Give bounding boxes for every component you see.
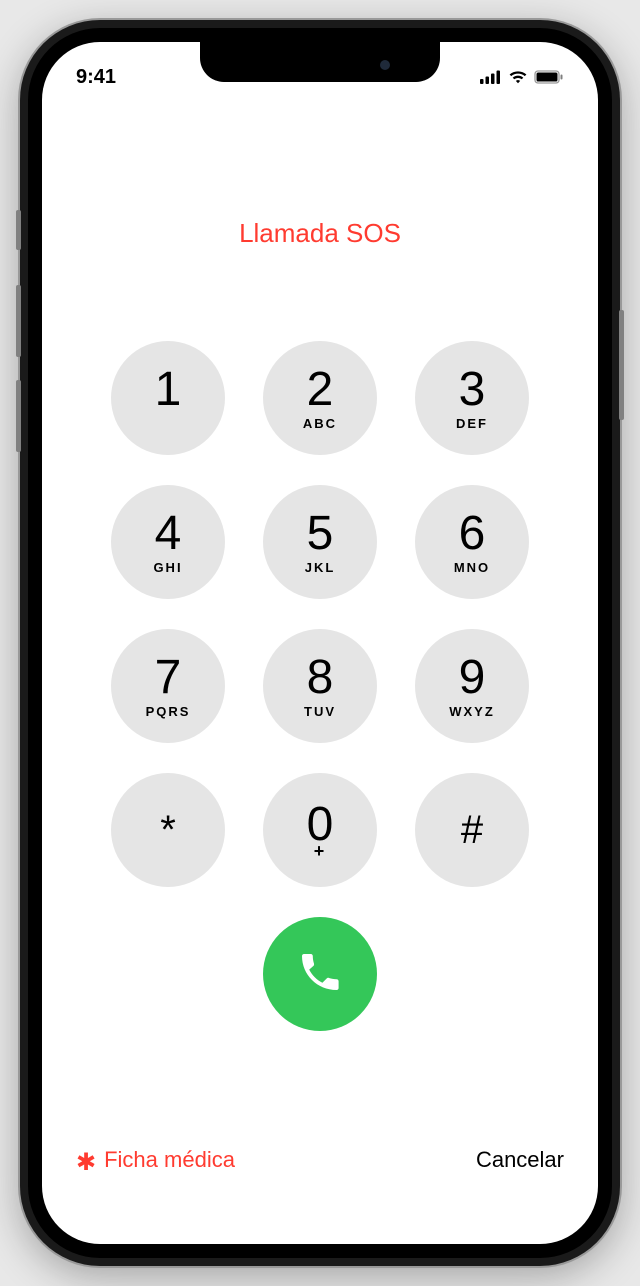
status-time: 9:41	[76, 66, 116, 89]
medical-id-label: Ficha médica	[104, 1147, 235, 1173]
key-digit: 3	[459, 366, 486, 414]
key-letters: DEF	[456, 416, 488, 430]
key-star[interactable]: *	[111, 773, 225, 887]
phone-icon	[296, 948, 344, 1001]
key-letters: WXYZ	[449, 704, 495, 718]
call-button[interactable]	[263, 917, 377, 1031]
keypad: 1 2 ABC 3 DEF 4 GHI	[111, 341, 529, 887]
key-digit: *	[160, 810, 176, 850]
key-letters: JKL	[305, 560, 336, 574]
key-9[interactable]: 9 WXYZ	[415, 629, 529, 743]
key-2[interactable]: 2 ABC	[263, 341, 377, 455]
key-digit: 4	[155, 510, 182, 558]
page-title: Llamada SOS	[239, 218, 401, 249]
screen: 9:41 Llamada SOS 1	[42, 42, 598, 1244]
wifi-icon	[508, 70, 528, 84]
key-0[interactable]: 0 +	[263, 773, 377, 887]
notch	[200, 42, 440, 82]
key-hash[interactable]: #	[415, 773, 529, 887]
key-7[interactable]: 7 PQRS	[111, 629, 225, 743]
key-digit: 8	[307, 654, 334, 702]
key-digit: 9	[459, 654, 486, 702]
key-letters: ABC	[303, 416, 337, 430]
device-frame: 9:41 Llamada SOS 1	[20, 20, 620, 1266]
key-3[interactable]: 3 DEF	[415, 341, 529, 455]
key-digit: 5	[307, 510, 334, 558]
key-4[interactable]: 4 GHI	[111, 485, 225, 599]
key-digit: 7	[155, 654, 182, 702]
medical-id-button[interactable]: ✱ Ficha médica	[76, 1145, 235, 1174]
key-digit: 6	[459, 510, 486, 558]
key-digit: 1	[155, 366, 182, 414]
key-letters: MNO	[454, 560, 490, 574]
battery-icon	[534, 70, 564, 84]
cancel-button[interactable]: Cancelar	[476, 1147, 564, 1173]
key-digit: 2	[307, 366, 334, 414]
key-1[interactable]: 1	[111, 341, 225, 455]
asterisk-icon: ✱	[76, 1148, 96, 1177]
key-letters: GHI	[153, 560, 182, 574]
key-letters: TUV	[304, 704, 336, 718]
key-letters: +	[314, 846, 327, 860]
cellular-icon	[480, 70, 502, 84]
key-8[interactable]: 8 TUV	[263, 629, 377, 743]
key-letters: PQRS	[146, 704, 191, 718]
key-5[interactable]: 5 JKL	[263, 485, 377, 599]
key-6[interactable]: 6 MNO	[415, 485, 529, 599]
key-digit: #	[461, 810, 483, 850]
